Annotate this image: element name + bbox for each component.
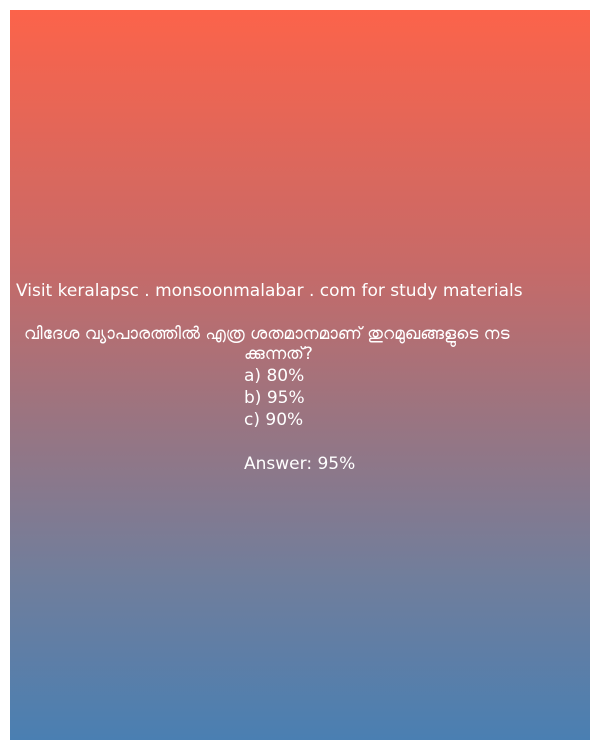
question-text-line2: ക്കുന്നത്? xyxy=(244,344,313,364)
answer-text: Answer: 95% xyxy=(244,454,356,474)
option-c: c) 90% xyxy=(244,410,304,430)
question-text-line1: വിദേശ വ്യാപാരത്തിൽ എത്ര ശതമാനമാണ് തുറമുഖ… xyxy=(24,324,510,344)
option-a: a) 80% xyxy=(244,366,305,386)
option-b: b) 95% xyxy=(244,388,305,408)
question-card: Visit keralapsc . monsoonmalabar . com f… xyxy=(10,10,590,740)
promo-text: Visit keralapsc . monsoonmalabar . com f… xyxy=(16,281,523,301)
